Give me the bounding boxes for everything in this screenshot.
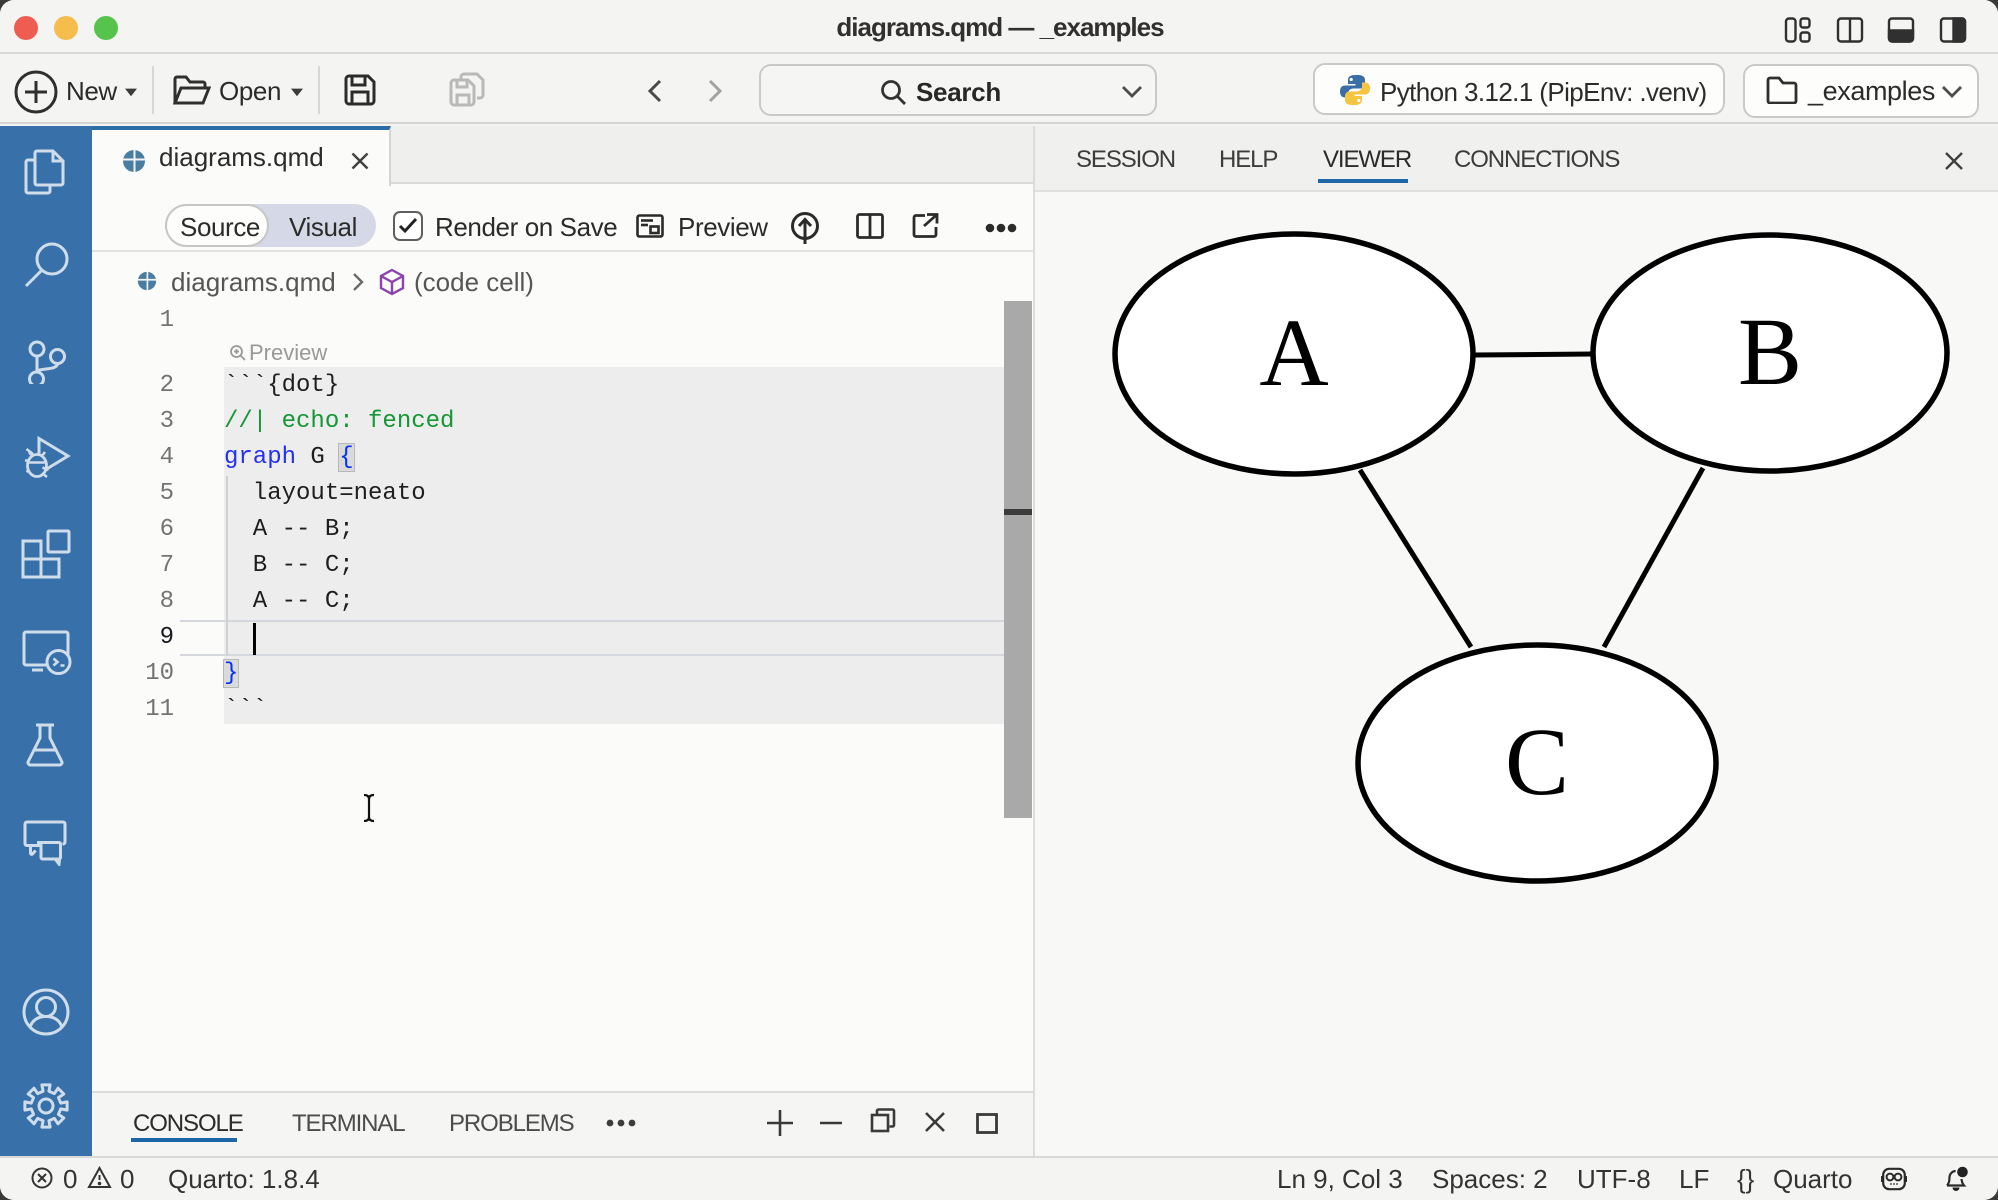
svg-text:B: B [1738,298,1802,405]
svg-text:C: C [1505,708,1569,815]
svg-text:A: A [1259,299,1328,406]
